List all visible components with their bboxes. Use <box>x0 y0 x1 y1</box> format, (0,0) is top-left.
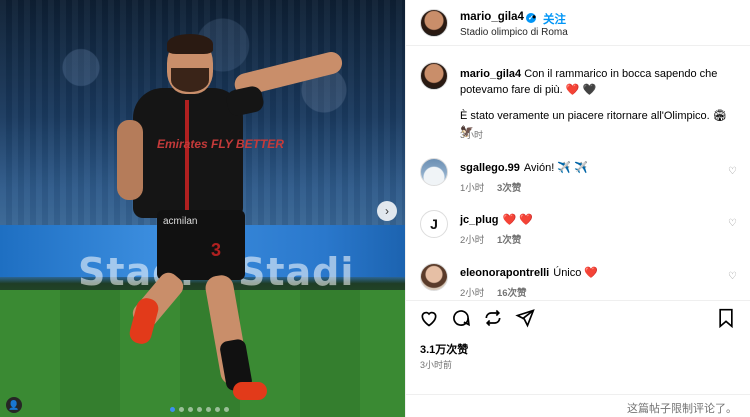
jersey-sleeve <box>224 84 266 118</box>
comment-username[interactable]: eleonorapontrelli <box>460 267 549 279</box>
comment-icon[interactable] <box>450 307 472 329</box>
avatar[interactable]: J <box>420 210 448 238</box>
comment-line: sgallego.99 Avión! ✈️ ✈️ <box>460 161 588 174</box>
player-hair <box>167 34 213 54</box>
comment-line: jc_plug ❤️ ❤️ <box>460 213 533 226</box>
tag-icon[interactable]: 👤 <box>6 397 22 413</box>
jersey-club-text: acmilan <box>163 216 198 227</box>
comment-likes[interactable]: 3次赞 <box>497 183 521 194</box>
comment-text: ❤️ ❤️ <box>502 214 533 226</box>
caption-username[interactable]: mario_gila4 <box>460 68 521 80</box>
username-text[interactable]: mario_gila4 <box>460 11 524 23</box>
jersey-number: 3 <box>211 240 222 260</box>
comment-item: J jc_plug ❤️ ❤️ 2小时 1次赞 ♡ <box>406 210 750 254</box>
heart-icon[interactable]: ♡ <box>728 271 737 282</box>
post-header: mario_gila4 ✓ • 关注 Stadio olimpico di Rom… <box>406 0 750 46</box>
location-link[interactable]: Stadio olimpico di Roma <box>460 27 568 38</box>
heart-icon[interactable]: ♡ <box>728 218 737 229</box>
comment-likes[interactable]: 1次赞 <box>497 235 521 246</box>
post-time: 3小时前 <box>420 360 453 370</box>
heart-icon[interactable]: ♡ <box>728 166 737 177</box>
comment-meta: 2小时 1次赞 <box>460 232 531 246</box>
player-boot-right <box>233 382 267 400</box>
caption-text: mario_gila4 Con il rammarico in bocca sa… <box>460 66 740 98</box>
carousel-dot <box>197 407 202 412</box>
post-actions: 3.1万次赞 3小时前 这篇帖子限制评论了。 <box>406 300 750 417</box>
post-panel: mario_gila4 ✓ • 关注 Stadio olimpico di Rom… <box>405 0 750 417</box>
avatar[interactable] <box>420 9 448 37</box>
carousel-dot <box>170 407 175 412</box>
caption-line-2: È stato veramente un piacere ritornare a… <box>460 110 727 138</box>
comment-likes[interactable]: 16次赞 <box>497 288 527 299</box>
carousel-dot <box>179 407 184 412</box>
follow-button[interactable]: 关注 <box>543 11 566 27</box>
carousel-dot <box>206 407 211 412</box>
jersey-sponsor: Emirates FLY BETTER <box>157 137 284 151</box>
avatar[interactable] <box>420 263 448 291</box>
carousel-dots <box>170 407 229 412</box>
chevron-right-icon: › <box>385 204 389 218</box>
player-figure: Emirates FLY BETTER acmilan 3 <box>115 30 355 417</box>
share-icon[interactable] <box>482 307 504 329</box>
comments-disabled-text: 这篇帖子限制评论了。 <box>627 403 737 415</box>
heart-icon[interactable] <box>418 307 440 329</box>
comment-item: sgallego.99 Avión! ✈️ ✈️ 1小时 3次赞 ♡ <box>406 158 750 202</box>
comment-text: Único ❤️ <box>553 267 599 279</box>
post-photo[interactable]: Stadi Stadi Emirates FLY BETTER acmilan … <box>0 0 405 417</box>
carousel-dot <box>224 407 229 412</box>
comment-meta: 2小时 16次赞 <box>460 285 537 299</box>
next-photo-button[interactable]: › <box>377 201 397 221</box>
comment-time: 1小时 <box>460 183 485 194</box>
comments-disabled-bar: 这篇帖子限制评论了。 <box>406 394 750 417</box>
comment-time: 2小时 <box>460 288 485 299</box>
action-icons <box>418 307 536 329</box>
likes-count[interactable]: 3.1万次赞 <box>420 341 468 357</box>
avatar[interactable] <box>420 158 448 186</box>
caption-time: 3小时 <box>460 130 484 140</box>
header-username[interactable]: mario_gila4 ✓ <box>460 11 536 23</box>
comment-line: eleonorapontrelli Único ❤️ <box>460 266 598 279</box>
comment-username[interactable]: sgallego.99 <box>460 162 520 174</box>
send-icon[interactable] <box>514 307 536 329</box>
comment-username[interactable]: jc_plug <box>460 214 499 226</box>
player-arm-left <box>117 120 143 200</box>
comment-meta: 1小时 3次赞 <box>460 180 531 194</box>
jersey-stripe <box>185 100 189 210</box>
comment-time: 2小时 <box>460 235 485 246</box>
bookmark-icon[interactable] <box>715 307 737 329</box>
avatar[interactable] <box>420 62 448 90</box>
carousel-dot <box>215 407 220 412</box>
player-beard <box>171 68 209 92</box>
comment-text: Avión! ✈️ ✈️ <box>523 162 588 174</box>
carousel-dot <box>188 407 193 412</box>
separator-dot: • <box>532 10 537 24</box>
